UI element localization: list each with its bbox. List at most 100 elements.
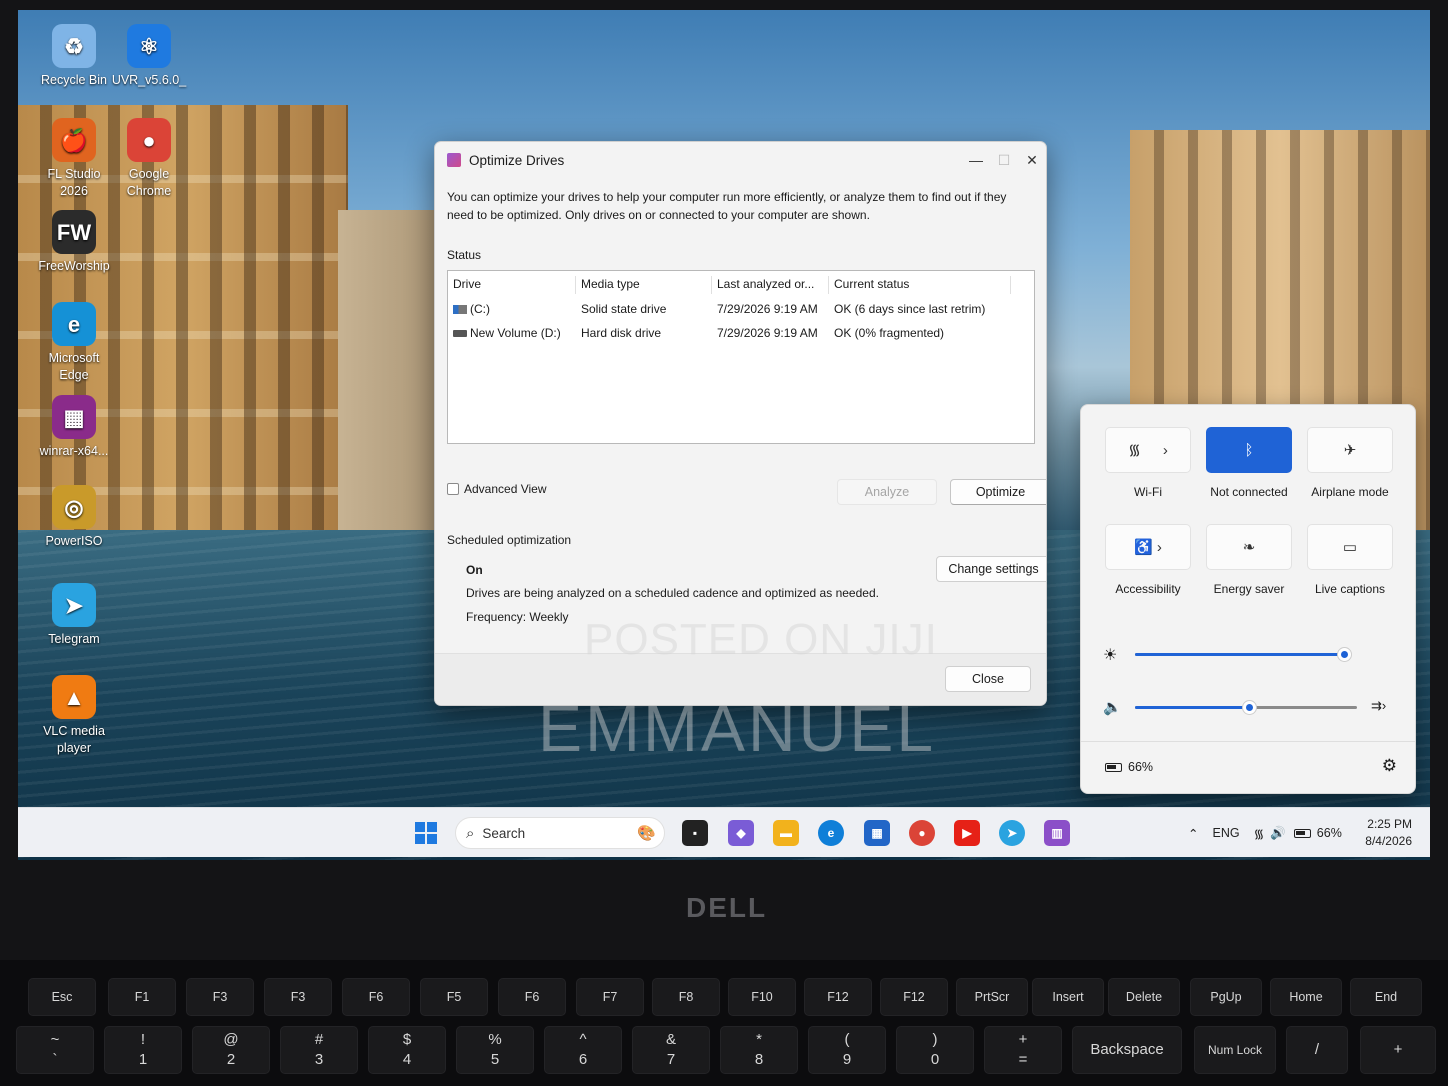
battery-status[interactable]: 66%: [1105, 760, 1153, 774]
col-last-analyzed[interactable]: Last analyzed or...: [717, 277, 814, 291]
function-key[interactable]: F6: [342, 978, 410, 1016]
function-key[interactable]: Home: [1270, 978, 1342, 1016]
function-key[interactable]: F1: [108, 978, 176, 1016]
energy-saver-tile[interactable]: ❧: [1206, 524, 1292, 570]
analyze-button[interactable]: Analyze: [837, 479, 937, 505]
desktop-icon[interactable]: e Microsoft Edge: [36, 302, 112, 384]
close-button[interactable]: Close: [945, 666, 1031, 692]
telegram-icon[interactable]: ➤: [999, 820, 1025, 846]
desktop-icon[interactable]: ➤ Telegram: [36, 583, 112, 648]
edge-icon[interactable]: e: [818, 820, 844, 846]
airplane-tile[interactable]: ✈: [1307, 427, 1393, 473]
desktop-icon[interactable]: ● Google Chrome: [111, 118, 187, 200]
tile-label: Wi-Fi: [1134, 485, 1162, 499]
desktop-icon[interactable]: FW FreeWorship: [36, 210, 112, 275]
function-key[interactable]: F12: [804, 978, 872, 1016]
close-icon[interactable]: ✕: [1018, 142, 1046, 178]
number-key[interactable]: * 8: [720, 1026, 798, 1074]
desktop-icon[interactable]: 🍎 FL Studio 2026: [36, 118, 112, 200]
chrome-icon[interactable]: ●: [909, 820, 935, 846]
key-top-label: %: [488, 1031, 502, 1048]
function-key[interactable]: F8: [652, 978, 720, 1016]
file-explorer-icon[interactable]: ▬: [773, 820, 799, 846]
bluetooth-tile[interactable]: ᛒ: [1206, 427, 1292, 473]
function-key[interactable]: Esc: [28, 978, 96, 1016]
store-icon[interactable]: ▦: [864, 820, 890, 846]
col-current-status[interactable]: Current status: [834, 277, 909, 291]
task-view-icon[interactable]: ▪: [682, 820, 708, 846]
number-key[interactable]: + =: [984, 1026, 1062, 1074]
function-key[interactable]: F10: [728, 978, 796, 1016]
backspace-key[interactable]: Backspace: [1072, 1026, 1182, 1074]
title-bar[interactable]: Optimize Drives: [435, 142, 1046, 178]
desktop-icon[interactable]: ⚛ UVR_v5.6.0_: [111, 24, 187, 89]
change-settings-button[interactable]: Change settings: [936, 556, 1046, 582]
function-key[interactable]: Delete: [1108, 978, 1180, 1016]
brightness-knob[interactable]: [1337, 648, 1351, 661]
function-key[interactable]: End: [1350, 978, 1422, 1016]
volume-tray-icon[interactable]: 🔊: [1270, 826, 1286, 841]
audio-output-icon[interactable]: ⇉›: [1371, 698, 1386, 714]
function-key[interactable]: F3: [264, 978, 332, 1016]
chevron-right-icon[interactable]: ›: [1163, 442, 1168, 459]
function-key[interactable]: PrtScr: [956, 978, 1028, 1016]
advanced-view-checkbox[interactable]: [447, 483, 459, 495]
maximize-icon: ☐: [997, 151, 1011, 168]
number-key[interactable]: ) 0: [896, 1026, 974, 1074]
optimize-button[interactable]: Optimize: [950, 479, 1046, 505]
function-key[interactable]: F6: [498, 978, 566, 1016]
wifi-tray-icon[interactable]: ᯾: [1254, 825, 1265, 842]
volume-slider[interactable]: [1135, 701, 1357, 714]
col-media-type[interactable]: Media type: [581, 277, 640, 291]
number-key[interactable]: & 7: [632, 1026, 710, 1074]
number-key[interactable]: #3: [280, 1026, 358, 1074]
wifi-tile[interactable]: ᯾ ›: [1105, 427, 1191, 473]
table-header: Drive Media type Last analyzed or... Cur…: [448, 273, 1034, 295]
youtube-icon[interactable]: ▶: [954, 820, 980, 846]
numlock-key[interactable]: Num Lock: [1194, 1026, 1276, 1074]
number-key[interactable]: (9: [808, 1026, 886, 1074]
gear-icon[interactable]: ⚙: [1382, 756, 1397, 776]
function-key[interactable]: Insert: [1032, 978, 1104, 1016]
language-indicator[interactable]: ENG: [1212, 826, 1239, 840]
brightness-slider[interactable]: [1135, 648, 1351, 661]
function-key[interactable]: F12: [880, 978, 948, 1016]
function-key[interactable]: F7: [576, 978, 644, 1016]
desktop-icon-label: VLC media player: [43, 724, 105, 755]
number-key[interactable]: ! 1: [104, 1026, 182, 1074]
table-row[interactable]: New Volume (D:) Hard disk drive 7/29/202…: [448, 322, 1034, 344]
desktop-icon[interactable]: ▲ VLC media player: [36, 675, 112, 757]
copilot-icon[interactable]: ◆: [728, 820, 754, 846]
function-key[interactable]: PgUp: [1190, 978, 1262, 1016]
number-key[interactable]: @2: [192, 1026, 270, 1074]
chevron-up-icon[interactable]: ⌃: [1188, 826, 1198, 841]
number-key[interactable]: $4: [368, 1026, 446, 1074]
function-key[interactable]: F3: [186, 978, 254, 1016]
key-top-label: (: [844, 1031, 850, 1048]
number-key[interactable]: % 5: [456, 1026, 534, 1074]
live-captions-tile[interactable]: ▭: [1307, 524, 1393, 570]
battery-tray-icon[interactable]: [1293, 828, 1311, 838]
number-key[interactable]: ^ 6: [544, 1026, 622, 1074]
start-button[interactable]: [415, 822, 437, 844]
minimize-icon[interactable]: —: [962, 142, 990, 178]
advanced-view-toggle[interactable]: Advanced View: [447, 482, 547, 496]
desktop-icon[interactable]: ▦ winrar-x64...: [36, 395, 112, 460]
accessibility-tile[interactable]: ♿ ›: [1105, 524, 1191, 570]
number-key[interactable]: ~ `: [16, 1026, 94, 1074]
volume-knob[interactable]: [1243, 701, 1257, 714]
window-controls: — ☐ ✕: [962, 142, 1046, 178]
function-key[interactable]: F5: [420, 978, 488, 1016]
description: You can optimize your drives to help you…: [447, 190, 1007, 222]
slash-key[interactable]: /: [1286, 1026, 1348, 1074]
plus-key[interactable]: +: [1360, 1026, 1436, 1074]
col-drive[interactable]: Drive: [453, 277, 481, 291]
clock[interactable]: 2:25 PM 8/4/2026: [1365, 816, 1412, 850]
desktop-icon[interactable]: ♻ Recycle Bin: [36, 24, 112, 89]
table-row[interactable]: (C:) Solid state drive 7/29/2026 9:19 AM…: [448, 298, 1034, 320]
key-bottom-label: 1: [138, 1051, 148, 1068]
search-box[interactable]: ⌕ Search 🎨: [455, 817, 665, 849]
battery-tray-percent[interactable]: 66%: [1317, 826, 1342, 840]
defrag-taskbar-icon[interactable]: ▥: [1044, 820, 1070, 846]
desktop-icon[interactable]: ◎ PowerISO: [36, 485, 112, 550]
